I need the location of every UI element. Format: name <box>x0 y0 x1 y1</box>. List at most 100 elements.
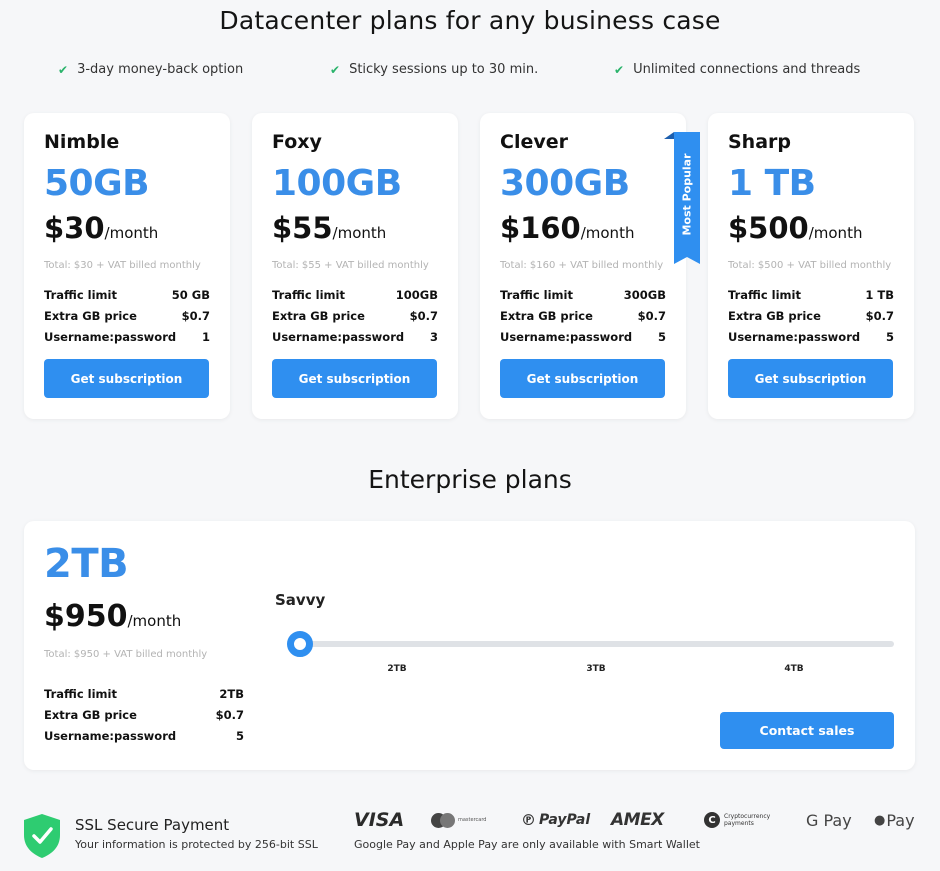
enterprise-plan-name: Savvy <box>275 591 326 609</box>
plan-total: Total: $30 + VAT billed monthly <box>44 260 201 271</box>
spec-value: $0.7 <box>865 309 894 323</box>
plan-price: $160/month <box>500 211 634 245</box>
spec-row: Traffic limit 100GB <box>272 288 438 309</box>
ssl-title: SSL Secure Payment <box>75 816 230 834</box>
spec-value: 300GB <box>623 288 666 302</box>
spec-row: Traffic limit 50 GB <box>44 288 210 309</box>
enterprise-card: 2TB $950/month Total: $950 + VAT billed … <box>24 521 915 770</box>
spec-label: Username:password <box>44 330 177 344</box>
spec-label: Traffic limit <box>728 288 801 302</box>
ribbon-fold <box>664 132 674 139</box>
spec-value: 50 GB <box>171 288 210 302</box>
price-period: /month <box>580 224 635 242</box>
spec-row: Extra GB price $0.7 <box>44 708 244 729</box>
spec-value: $0.7 <box>215 708 244 722</box>
enterprise-size: 2TB <box>44 541 129 587</box>
plan-specs: Traffic limit 1 TB Extra GB price $0.7 Use… <box>728 288 894 351</box>
price-period: /month <box>332 224 387 242</box>
slider-tick-4tb: 4TB <box>784 664 804 674</box>
spec-value: 2TB <box>219 687 244 701</box>
plan-total: Total: $55 + VAT billed monthly <box>272 260 429 271</box>
spec-label: Traffic limit <box>500 288 573 302</box>
apple-pay-icon: ● Pay <box>874 810 915 830</box>
spec-row: Traffic limit 1 TB <box>728 288 894 309</box>
get-subscription-button[interactable]: Get subscription <box>44 359 209 398</box>
payment-footer: SSL Secure Payment Your information is p… <box>0 805 940 865</box>
plan-card-nimble: Nimble 50GB $30/month Total: $30 + VAT b… <box>24 113 230 419</box>
price-amount: $950 <box>44 599 128 634</box>
shield-check-icon <box>24 814 60 858</box>
spec-row: Username:password 5 <box>44 729 244 750</box>
price-amount: $160 <box>500 211 581 245</box>
plan-slider-thumb[interactable] <box>287 631 313 657</box>
paypal-label: PayPal <box>539 812 591 828</box>
spec-row: Username:password 3 <box>272 330 438 351</box>
contact-sales-button[interactable]: Contact sales <box>720 712 894 749</box>
page-title: Datacenter plans for any business case <box>219 6 721 35</box>
spec-label: Extra GB price <box>500 309 593 323</box>
price-period: /month <box>104 224 159 242</box>
get-subscription-button[interactable]: Get subscription <box>500 359 665 398</box>
crypto-label: Cryptocurrency payments <box>724 813 771 827</box>
google-pay-icon: G Pay <box>806 810 852 830</box>
features-row: ✔ 3-day money-back option ✔ Sticky sessi… <box>0 62 940 82</box>
spec-label: Extra GB price <box>44 309 137 323</box>
feature-text: Unlimited connections and threads <box>633 62 861 77</box>
spec-row: Username:password 1 <box>44 330 210 351</box>
price-amount: $30 <box>44 211 105 245</box>
plan-card-clever: Clever 300GB $160/month Total: $160 + VA… <box>480 113 686 419</box>
spec-value: 3 <box>429 330 438 344</box>
enterprise-specs: Traffic limit 2TB Extra GB price $0.7 User… <box>44 687 244 750</box>
mastercard-label: mastercard <box>458 817 487 823</box>
plan-specs: Traffic limit 100GB Extra GB price $0.7 Us… <box>272 288 438 351</box>
payment-note: Google Pay and Apple Pay are only availa… <box>354 838 700 851</box>
spec-value: 1 TB <box>865 288 894 302</box>
spec-label: Extra GB price <box>44 708 137 722</box>
plan-card-sharp: Sharp 1 TB $500/month Total: $500 + VAT … <box>708 113 914 419</box>
ssl-subtitle: Your information is protected by 256-bit… <box>75 838 318 851</box>
paypal-icon: ℗ PayPal <box>521 811 591 829</box>
spec-row: Extra GB price $0.7 <box>272 309 438 330</box>
plan-name: Nimble <box>44 131 120 153</box>
plan-slider-track[interactable] <box>298 641 894 647</box>
plan-size: 100GB <box>272 163 402 204</box>
spec-row: Extra GB price $0.7 <box>500 309 666 330</box>
spec-row: Traffic limit 2TB <box>44 687 244 708</box>
price-period: /month <box>127 612 182 630</box>
plan-total: Total: $160 + VAT billed monthly <box>500 260 664 271</box>
mastercard-icon: mastercard <box>431 805 486 835</box>
plan-total: Total: $500 + VAT billed monthly <box>728 260 892 271</box>
feature-item: ✔ 3-day money-back option <box>58 62 243 77</box>
spec-value: $0.7 <box>637 309 666 323</box>
spec-value: 100GB <box>395 288 438 302</box>
spec-label: Traffic limit <box>44 687 117 701</box>
spec-row: Extra GB price $0.7 <box>728 309 894 330</box>
price-amount: $500 <box>728 211 809 245</box>
spec-value: $0.7 <box>181 309 210 323</box>
feature-item: ✔ Sticky sessions up to 30 min. <box>330 62 538 77</box>
plan-size: 1 TB <box>728 163 816 204</box>
spec-row: Extra GB price $0.7 <box>44 309 210 330</box>
amex-icon: AMEX <box>611 810 664 830</box>
spec-label: Username:password <box>500 330 633 344</box>
plan-price: $30/month <box>44 211 158 245</box>
ribbon-label: Most Popular <box>680 153 694 236</box>
spec-value: 1 <box>201 330 210 344</box>
plan-specs: Traffic limit 300GB Extra GB price $0.7 Us… <box>500 288 666 351</box>
slider-tick-2tb: 2TB <box>387 664 407 674</box>
crypto-icon: C Cryptocurrency payments <box>704 805 774 835</box>
enterprise-title: Enterprise plans <box>368 465 572 494</box>
feature-text: Sticky sessions up to 30 min. <box>349 62 539 77</box>
check-icon: ✔ <box>614 62 625 77</box>
get-subscription-button[interactable]: Get subscription <box>728 359 893 398</box>
price-amount: $55 <box>272 211 333 245</box>
plan-card-foxy: Foxy 100GB $55/month Total: $55 + VAT bi… <box>252 113 458 419</box>
plan-name: Foxy <box>272 131 322 153</box>
spec-value: 5 <box>885 330 894 344</box>
apple-pay-label: Pay <box>886 810 915 830</box>
spec-value: 5 <box>657 330 666 344</box>
get-subscription-button[interactable]: Get subscription <box>272 359 437 398</box>
spec-value: 5 <box>235 729 244 743</box>
plan-size: 300GB <box>500 163 630 204</box>
feature-text: 3-day money-back option <box>77 62 244 77</box>
